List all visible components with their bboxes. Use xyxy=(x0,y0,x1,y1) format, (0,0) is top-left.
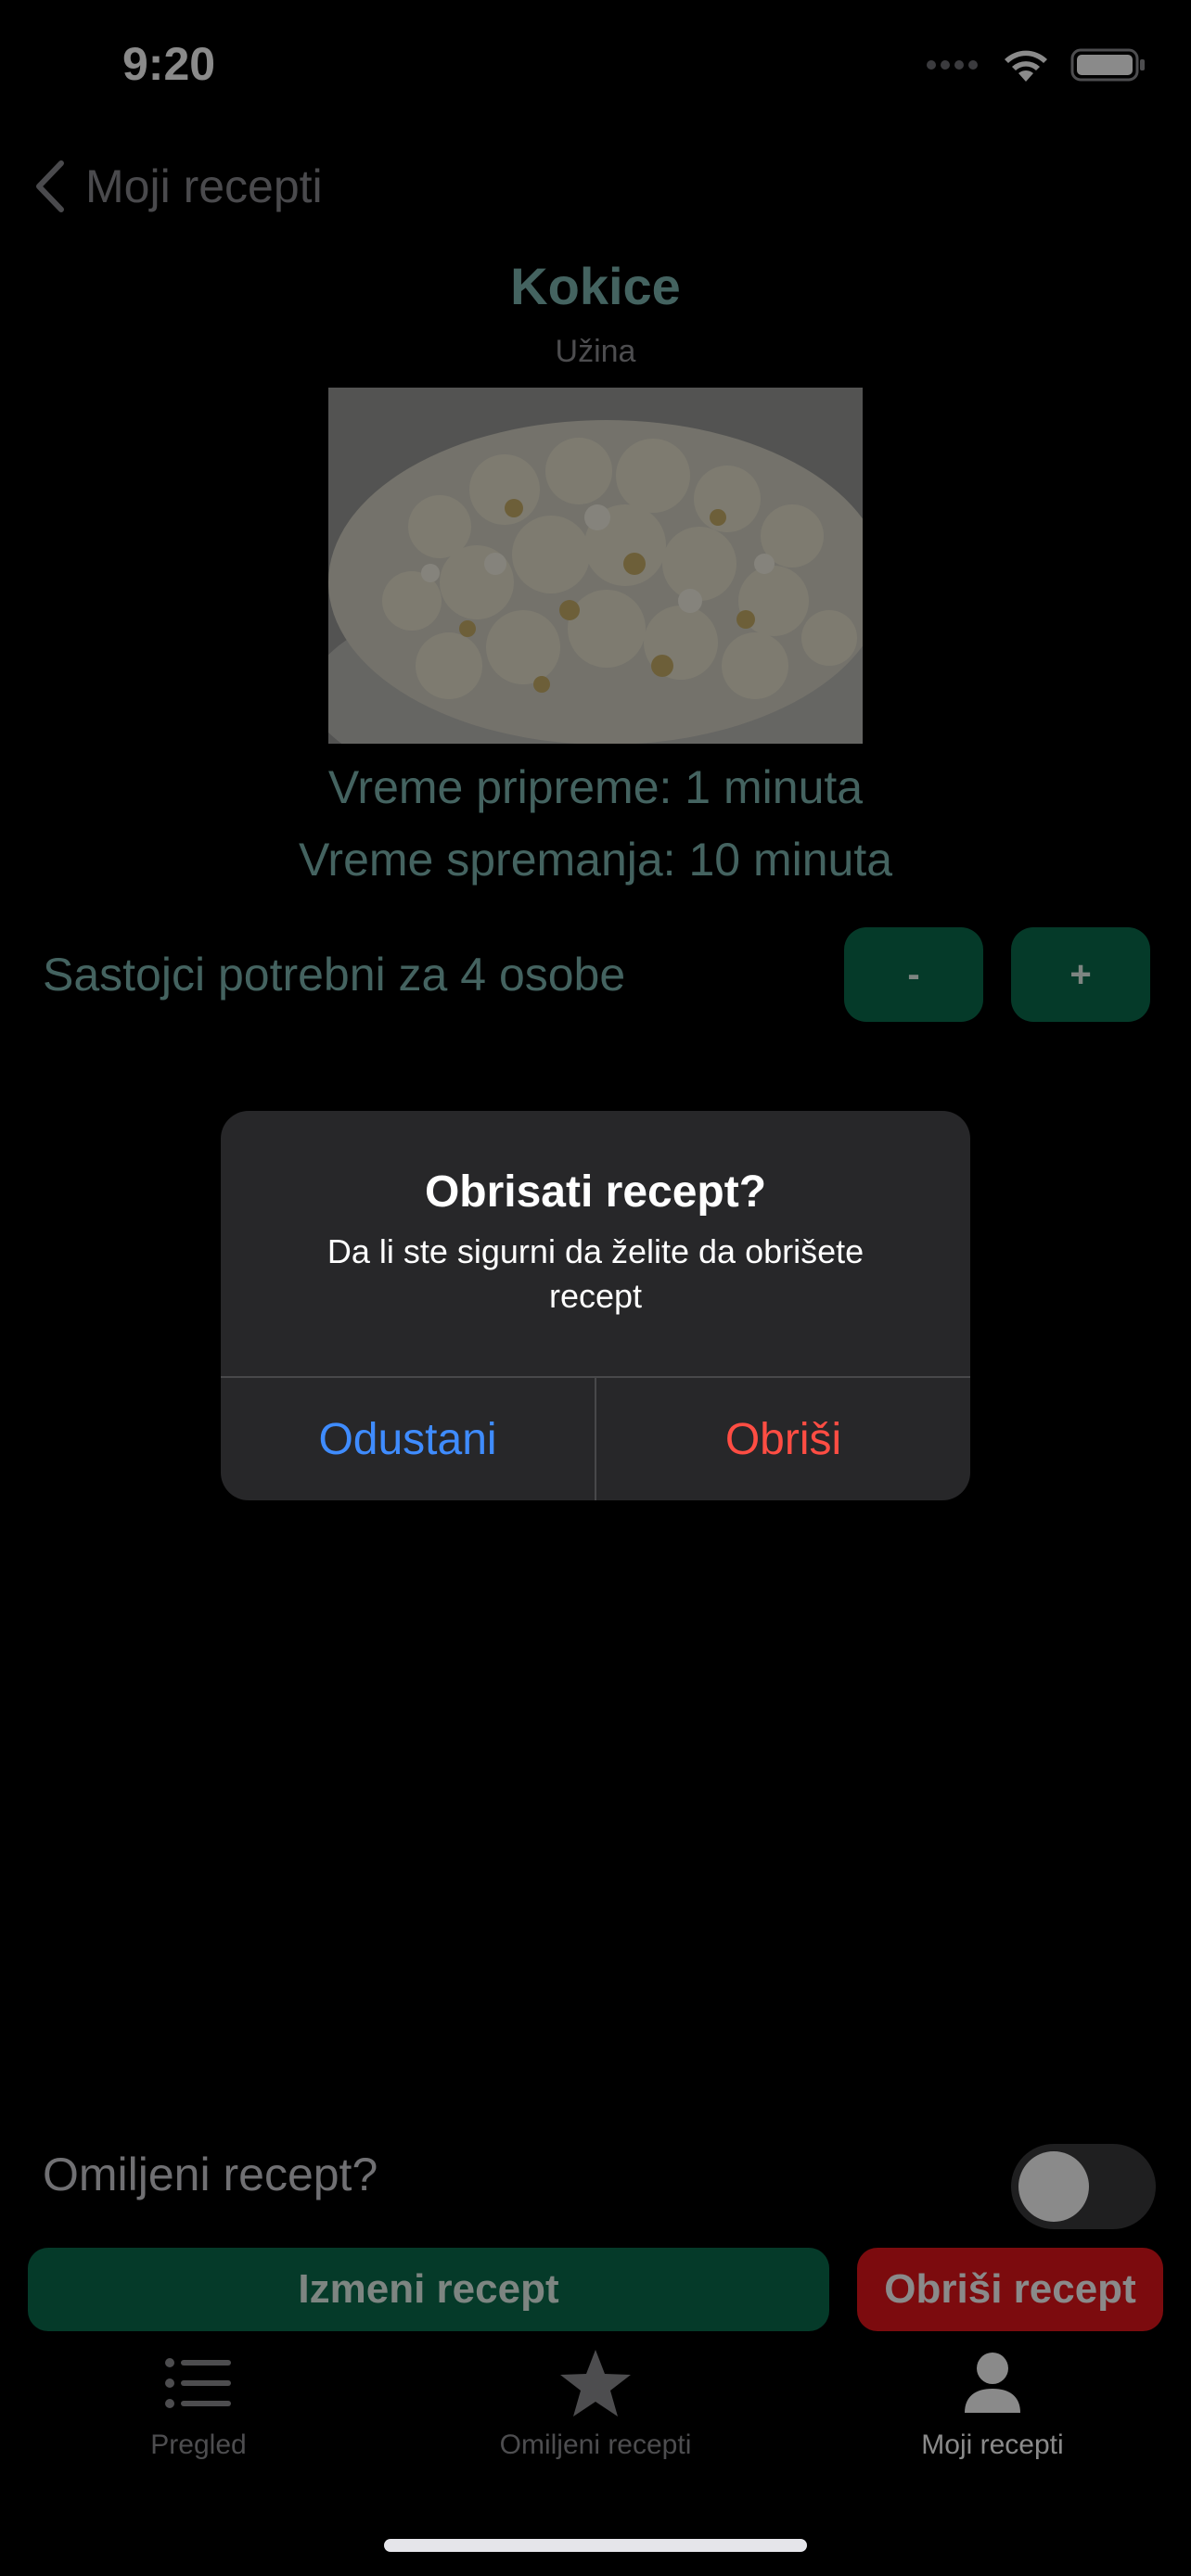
alert-title: Obrisati recept? xyxy=(424,1167,767,1217)
alert-cancel-button[interactable]: Odustani xyxy=(221,1378,595,1500)
alert-delete-button[interactable]: Obriši xyxy=(596,1378,970,1500)
home-indicator[interactable] xyxy=(384,2539,807,2552)
delete-confirm-alert: Obrisati recept? Da li ste sigurni da že… xyxy=(221,1111,970,1500)
alert-message: Da li ste sigurni da želite da obrišete … xyxy=(327,1232,864,1315)
